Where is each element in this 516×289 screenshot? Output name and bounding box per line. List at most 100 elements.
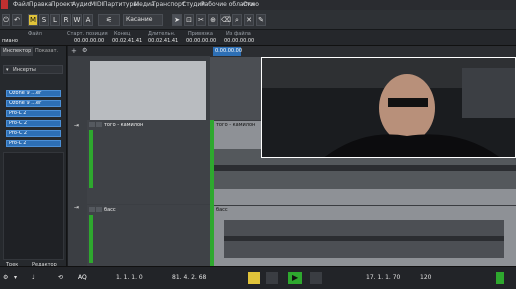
track-list: + ⚙ ⇥ того - камилон ⇥ басс [68, 46, 210, 266]
start-label: Старт. позиция [67, 31, 108, 37]
automation-mode-icon-button[interactable]: ⚟ [98, 14, 120, 26]
track-1-solo-button[interactable] [96, 122, 102, 127]
app-logo-icon [1, 0, 8, 9]
inserts-section-label: Инсерты [13, 67, 36, 73]
track-2-mute-button[interactable] [89, 207, 95, 212]
write-button[interactable]: W [72, 14, 82, 26]
tempo-position[interactable]: 17. 1. 1. 70 [366, 274, 400, 281]
track-2-level-meter [89, 215, 93, 263]
right-locator[interactable]: 81. 4. 2. 68 [172, 274, 206, 281]
track-2-name[interactable]: басс [104, 207, 116, 213]
arrow-cursor-icon: ➤ [174, 16, 180, 24]
a-button[interactable]: A [83, 14, 93, 26]
expand-icon[interactable]: ⇥ [74, 122, 79, 129]
track-1[interactable]: того - камилон [87, 120, 210, 204]
track-list-header: + ⚙ [68, 46, 210, 56]
cross-icon: ✕ [246, 16, 252, 24]
object-select-tool[interactable]: ➤ [172, 14, 182, 26]
file-label: Файл [28, 31, 42, 37]
range-icon: ⊡ [186, 16, 192, 24]
cycle-button[interactable] [248, 272, 260, 284]
insert-slot-4[interactable]: Pro-C 2 [6, 120, 61, 127]
chevron-down-icon[interactable]: ▾ [14, 274, 17, 281]
video-player-window[interactable] [261, 57, 516, 158]
menu-bar: Файл Правка Проект Аудио MIDI Партитуры … [0, 0, 516, 10]
play-icon: ▶ [292, 273, 299, 282]
insert-slot-6[interactable]: Pro-L 2 [6, 140, 61, 147]
add-track-icon[interactable]: + [71, 47, 77, 55]
start-value[interactable]: 00.00.00.00 [74, 38, 104, 44]
activate-project-button[interactable]: ⏻ [2, 14, 10, 26]
tab-inspector[interactable]: Инспектор [1, 47, 34, 56]
track-2[interactable]: басс [87, 205, 210, 266]
length-label: Длительн. [148, 31, 176, 37]
audio-clip-2-label: басс [216, 207, 228, 213]
menu-scores[interactable]: Партитуры [103, 1, 138, 8]
expand-icon-2[interactable]: ⇥ [74, 204, 79, 211]
menu-edit[interactable]: Правка [29, 1, 52, 8]
file-value[interactable]: пиано [2, 38, 18, 44]
track-1-mute-button[interactable] [89, 122, 95, 127]
play-button[interactable]: ▶ [288, 272, 302, 284]
insert-slot-5[interactable]: Pro-C 2 [6, 130, 61, 137]
eraser-icon: ⌫ [221, 16, 231, 24]
glue-tool[interactable]: ⊕ [208, 14, 218, 26]
toolbar: ⏻ ↶ M S L R W A ⚟ Касание ➤ ⊡ ✂ ⊕ ⌫ ⌕ ✕ … [0, 10, 516, 30]
record-button[interactable] [310, 272, 322, 284]
zoom-tool[interactable]: ⌕ [232, 14, 242, 26]
ruler[interactable]: 0.00.00.00 [210, 46, 516, 57]
left-locator[interactable]: 1. 1. 1. 0 [116, 274, 143, 281]
mute-button[interactable]: M [28, 14, 38, 26]
menu-midi[interactable]: MIDI [90, 1, 103, 8]
insert-slot-1[interactable]: Ozone 9 ...er [6, 90, 61, 97]
inspector-panel: Инспектор Показат. ▾ Инсерты Ozone 9 ...… [0, 46, 67, 289]
end-value[interactable]: 00.02.41.41 [112, 38, 142, 44]
range-tool[interactable]: ⊡ [184, 14, 194, 26]
split-tool[interactable]: ✂ [196, 14, 206, 26]
automation-mode-select[interactable]: Касание [123, 14, 163, 26]
audio-clip-2-waveform [224, 220, 504, 258]
ruler-marker: 0.00.00.00 [213, 47, 243, 56]
mute-tool[interactable]: ✕ [244, 14, 254, 26]
draw-tool[interactable]: ✎ [256, 14, 266, 26]
stop-button[interactable] [266, 272, 278, 284]
erase-tool[interactable]: ⌫ [220, 14, 231, 26]
insert-slot-3[interactable]: Pro-L 2 [6, 110, 61, 117]
solo-button[interactable]: S [39, 14, 49, 26]
quantize-button[interactable]: AQ [78, 274, 87, 281]
length-value[interactable]: 00.02.41.41 [148, 38, 178, 44]
menu-project[interactable]: Проект [51, 1, 74, 8]
snap-label: Привязка [188, 31, 213, 37]
track-1-name[interactable]: того - камилон [104, 122, 143, 128]
info-line: Файл пиано Старт. позиция 00.00.00.00 Ко… [0, 30, 516, 46]
track-2-solo-button[interactable] [96, 207, 102, 212]
menu-audio[interactable]: Аудио [72, 1, 91, 8]
scissors-icon: ✂ [198, 16, 204, 24]
track-list-menu-icon[interactable]: ⚙ [82, 47, 87, 54]
snap-value[interactable]: 00.00.00.00 [186, 38, 216, 44]
video-frame-image [262, 58, 515, 157]
menu-window[interactable]: Окно [243, 1, 259, 8]
audio-clip-2[interactable]: басс [214, 206, 516, 266]
metronome-icon[interactable]: ♩ [32, 274, 35, 281]
tab-show[interactable]: Показат. [33, 47, 60, 56]
end-label: Конец [114, 31, 131, 37]
inspector-empty-area [3, 152, 64, 260]
undo-history-button[interactable]: ↶ [12, 14, 22, 26]
output-meter [496, 272, 504, 284]
menu-file[interactable]: Файл [13, 1, 30, 8]
tempo-value[interactable]: 120 [420, 274, 431, 281]
insert-slot-2[interactable]: Ozone 9 ...er [6, 100, 61, 107]
menu-transport[interactable]: Транспорт [152, 1, 185, 8]
pencil-icon: ✎ [258, 16, 264, 24]
automation-icon: ⚟ [105, 16, 113, 24]
audio-clip-1-label: того - камилон [216, 122, 256, 128]
infile-value[interactable]: 00.00.00.00 [224, 38, 254, 44]
transport-bar: ⚙ ▾ ♩ ⟲ AQ 1. 1. 1. 0 81. 4. 2. 68 ▶ 17.… [0, 266, 516, 289]
video-track-area[interactable] [90, 61, 206, 121]
inserts-section[interactable]: ▾ Инсерты [3, 65, 63, 74]
read-button[interactable]: R [61, 14, 71, 26]
cycle-left-icon[interactable]: ⟲ [58, 274, 63, 281]
settings-icon[interactable]: ⚙ [3, 274, 8, 281]
listen-button[interactable]: L [50, 14, 60, 26]
